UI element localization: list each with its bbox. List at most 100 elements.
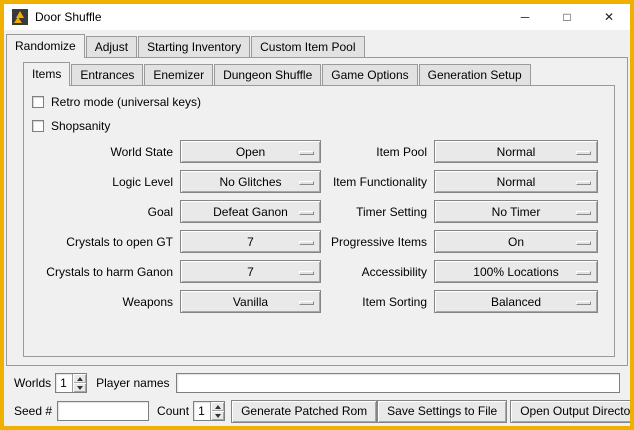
timer-setting-dropdown[interactable]: No Timer <box>434 200 598 223</box>
generate-patched-rom-button[interactable]: Generate Patched Rom <box>231 400 377 423</box>
worlds-label: Worlds <box>14 376 51 390</box>
goal-dropdown[interactable]: Defeat Ganon <box>180 200 321 223</box>
dropdown-indicator-icon <box>299 271 314 275</box>
timer-setting-value: No Timer <box>492 205 541 219</box>
app-icon <box>12 9 28 25</box>
shopsanity-row: Shopsanity <box>24 114 614 138</box>
accessibility-value: 100% Locations <box>473 265 558 279</box>
item-pool-value: Normal <box>497 145 536 159</box>
crystals-ganon-dropdown[interactable]: 7 <box>180 260 321 283</box>
shopsanity-label: Shopsanity <box>51 119 110 133</box>
save-settings-button[interactable]: Save Settings to File <box>377 400 507 423</box>
world-state-label: World State <box>30 145 180 159</box>
dropdown-indicator-icon <box>576 301 591 305</box>
timer-setting-label: Timer Setting <box>324 205 434 219</box>
titlebar: Door Shuffle ─ □ ✕ <box>4 4 630 30</box>
item-sorting-dropdown[interactable]: Balanced <box>434 290 598 313</box>
count-label: Count <box>157 404 189 418</box>
tab-custom-item-pool[interactable]: Custom Item Pool <box>251 36 364 57</box>
form-row: Logic Level No Glitches Item Functionali… <box>24 170 614 193</box>
count-spin-arrows <box>210 402 224 420</box>
crystals-ganon-label: Crystals to harm Ganon <box>30 265 180 279</box>
spin-up-icon[interactable] <box>211 402 224 411</box>
crystals-ganon-value: 7 <box>247 265 254 279</box>
tab-game-options[interactable]: Game Options <box>322 64 417 85</box>
retro-mode-checkbox[interactable] <box>32 96 44 108</box>
worlds-row: Worlds 1 Player names <box>8 372 626 394</box>
dropdown-indicator-icon <box>576 151 591 155</box>
worlds-spin-arrows <box>72 374 86 392</box>
item-functionality-label: Item Functionality <box>324 175 434 189</box>
dropdown-indicator-icon <box>299 241 314 245</box>
weapons-value: Vanilla <box>233 295 268 309</box>
world-state-dropdown[interactable]: Open <box>180 140 321 163</box>
window-title: Door Shuffle <box>35 10 102 24</box>
logic-level-value: No Glitches <box>219 175 281 189</box>
item-functionality-value: Normal <box>497 175 536 189</box>
item-sorting-value: Balanced <box>491 295 541 309</box>
dropdown-indicator-icon <box>576 271 591 275</box>
tab-dungeon-shuffle[interactable]: Dungeon Shuffle <box>214 64 321 85</box>
seed-label: Seed # <box>14 404 52 418</box>
dropdown-indicator-icon <box>299 181 314 185</box>
tab-adjust[interactable]: Adjust <box>86 36 137 57</box>
goal-label: Goal <box>30 205 180 219</box>
minimize-icon[interactable]: ─ <box>504 4 546 30</box>
form-row: World State Open Item Pool Normal <box>24 140 614 163</box>
tab-randomize[interactable]: Randomize <box>6 34 85 58</box>
weapons-dropdown[interactable]: Vanilla <box>180 290 321 313</box>
crystals-gt-value: 7 <box>247 235 254 249</box>
close-icon[interactable]: ✕ <box>588 4 630 30</box>
item-functionality-dropdown[interactable]: Normal <box>434 170 598 193</box>
count-spinbox[interactable]: 1 <box>193 401 225 421</box>
spin-up-icon[interactable] <box>73 374 86 383</box>
form-row: Weapons Vanilla Item Sorting Balanced <box>24 290 614 313</box>
player-names-input[interactable] <box>176 373 621 393</box>
options-form: World State Open Item Pool Normal <box>24 140 614 313</box>
item-sorting-label: Item Sorting <box>324 295 434 309</box>
player-names-label: Player names <box>96 376 169 390</box>
dropdown-indicator-icon <box>299 151 314 155</box>
window-controls: ─ □ ✕ <box>504 4 630 30</box>
dropdown-indicator-icon <box>299 211 314 215</box>
tab-entrances[interactable]: Entrances <box>71 64 143 85</box>
dropdown-indicator-icon <box>576 211 591 215</box>
outer-tabbar: Randomize Adjust Starting Inventory Cust… <box>6 34 630 57</box>
tab-starting-inventory[interactable]: Starting Inventory <box>138 36 250 57</box>
seed-row: Seed # Count 1 Generate Patched Rom Save… <box>8 399 626 423</box>
worlds-value: 1 <box>56 374 72 392</box>
tab-items[interactable]: Items <box>23 62 70 86</box>
maximize-icon[interactable]: □ <box>546 4 588 30</box>
retro-mode-row: Retro mode (universal keys) <box>24 90 614 114</box>
retro-mode-label: Retro mode (universal keys) <box>51 95 201 109</box>
dropdown-indicator-icon <box>576 241 591 245</box>
logic-level-label: Logic Level <box>30 175 180 189</box>
count-value: 1 <box>194 402 210 420</box>
progressive-items-value: On <box>508 235 524 249</box>
inner-tabbar: Items Entrances Enemizer Dungeon Shuffle… <box>23 62 627 85</box>
accessibility-label: Accessibility <box>324 265 434 279</box>
weapons-label: Weapons <box>30 295 180 309</box>
progressive-items-label: Progressive Items <box>324 235 434 249</box>
form-row: Goal Defeat Ganon Timer Setting No Timer <box>24 200 614 223</box>
logic-level-dropdown[interactable]: No Glitches <box>180 170 321 193</box>
items-pane: Retro mode (universal keys) Shopsanity W… <box>23 85 615 357</box>
dropdown-indicator-icon <box>299 301 314 305</box>
seed-input[interactable] <box>57 401 149 421</box>
tab-generation-setup[interactable]: Generation Setup <box>419 64 531 85</box>
randomize-pane: Items Entrances Enemizer Dungeon Shuffle… <box>6 57 628 366</box>
window-content: Door Shuffle ─ □ ✕ Randomize Adjust Star… <box>4 4 630 426</box>
item-pool-dropdown[interactable]: Normal <box>434 140 598 163</box>
form-row: Crystals to harm Ganon 7 Accessibility 1… <box>24 260 614 283</box>
accessibility-dropdown[interactable]: 100% Locations <box>434 260 598 283</box>
open-output-directory-button[interactable]: Open Output Directory <box>510 400 630 423</box>
worlds-spinbox[interactable]: 1 <box>55 373 87 393</box>
form-row: Crystals to open GT 7 Progressive Items … <box>24 230 614 253</box>
crystals-gt-dropdown[interactable]: 7 <box>180 230 321 253</box>
progressive-items-dropdown[interactable]: On <box>434 230 598 253</box>
shopsanity-checkbox[interactable] <box>32 120 44 132</box>
tab-enemizer[interactable]: Enemizer <box>144 64 213 85</box>
spin-down-icon[interactable] <box>211 411 224 420</box>
item-pool-label: Item Pool <box>324 145 434 159</box>
spin-down-icon[interactable] <box>73 383 86 392</box>
